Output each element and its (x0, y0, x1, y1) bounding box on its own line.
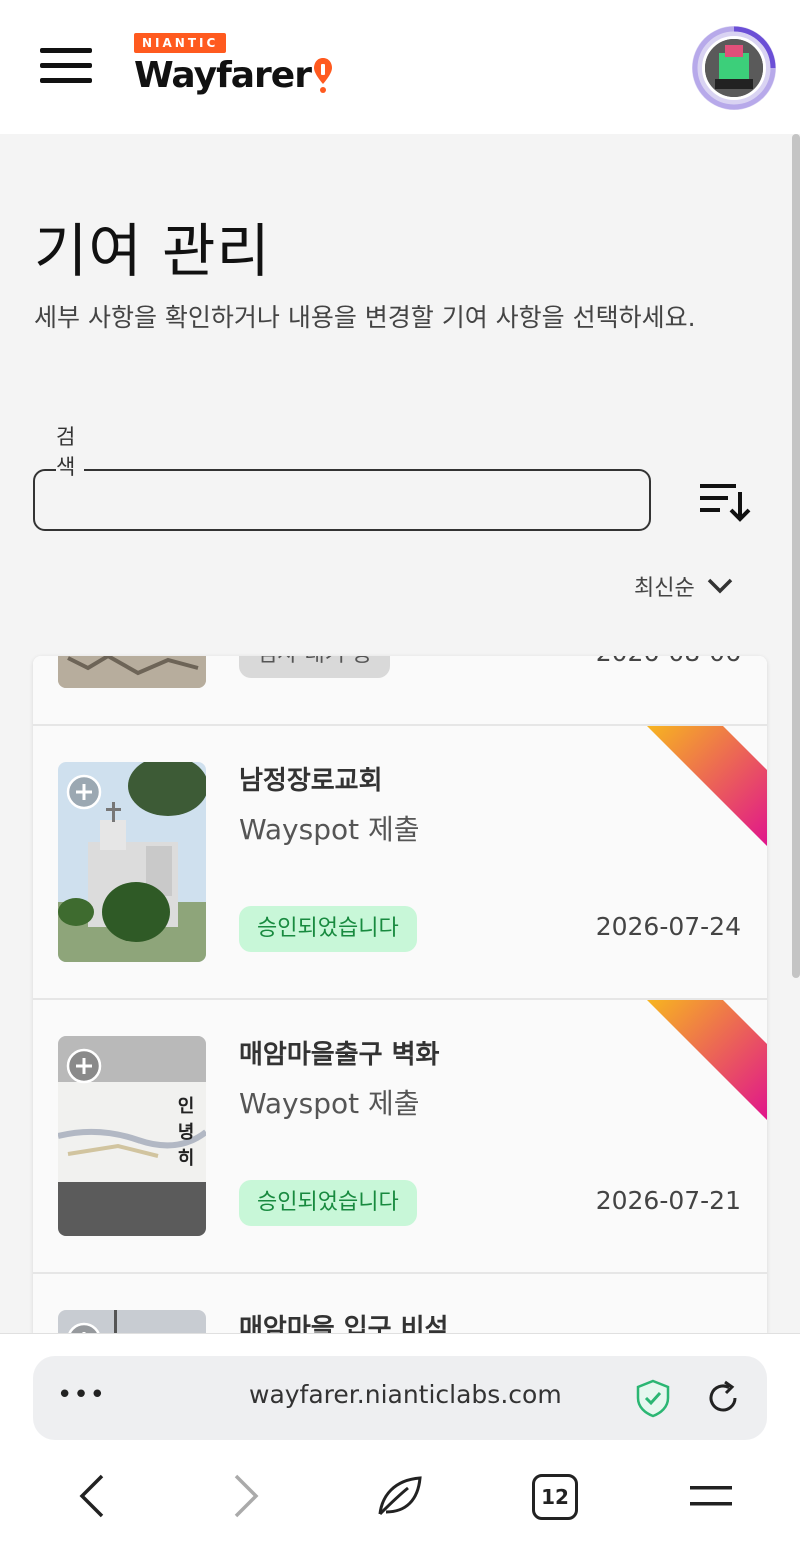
sort-order-label: 최신순 (634, 576, 695, 601)
submission-date: 2026-07-21 (595, 1186, 741, 1215)
leaf-home-icon[interactable] (372, 1468, 428, 1524)
list-item[interactable]: 매암마을 입구 비석 (33, 1274, 767, 1334)
status-badge: 승인되었습니다 (239, 906, 417, 952)
list-item[interactable]: 검사 대기 중 2026-08-06 (33, 656, 767, 726)
page-title: 기여 관리 (34, 217, 271, 285)
thumbnail-image (58, 762, 206, 962)
location-pin-icon (313, 57, 332, 93)
mural-text: 히 (177, 1148, 195, 1169)
app-header: NIANTIC Wayfarer (0, 0, 800, 134)
contribution-list[interactable]: 검사 대기 중 2026-08-06 남정장로교회 (33, 656, 767, 1334)
submission-date: 2026-08-06 (596, 656, 741, 667)
url-text[interactable]: wayfarer.nianticlabs.com (249, 1380, 562, 1409)
status-badge: 승인되었습니다 (239, 1180, 417, 1226)
thumbnail-image: 인 녕 히 (58, 1036, 206, 1236)
add-circle-icon[interactable] (66, 774, 102, 810)
profile-avatar[interactable] (692, 26, 776, 110)
back-arrow-icon[interactable] (66, 1468, 122, 1524)
status-badge: 검사 대기 중 (239, 656, 391, 678)
sort-list-icon (700, 484, 751, 522)
menu-lines-icon[interactable] (684, 1468, 740, 1524)
list-item[interactable]: 남정장로교회 Wayspot 제출 승인되었습니다 2026-07-24 (33, 726, 767, 1000)
more-options-button[interactable]: ••• (57, 1378, 105, 1418)
contribution-type: Wayspot 제출 (239, 813, 420, 846)
reload-icon[interactable] (701, 1376, 745, 1420)
browser-toolbar: ••• wayfarer.nianticlabs.com 12 (0, 1333, 800, 1546)
thumbnail-image (58, 1310, 206, 1334)
contribution-title: 남정장로교회 (239, 766, 383, 796)
sort-order-dropdown[interactable]: 최신순 (634, 566, 733, 606)
address-bar[interactable]: ••• wayfarer.nianticlabs.com (33, 1356, 767, 1440)
contribution-title: 매암마을 입구 비석 (239, 1314, 449, 1334)
search-label: 검색 (56, 422, 84, 482)
wayfarer-logo[interactable]: NIANTIC Wayfarer (134, 32, 333, 96)
corner-ribbon (647, 1000, 767, 1120)
niantic-tag: NIANTIC (134, 33, 227, 53)
add-circle-icon[interactable] (66, 1048, 102, 1084)
page-subtitle: 세부 사항을 확인하거나 내용을 변경할 기여 사항을 선택하세요. (34, 303, 696, 332)
search-field[interactable] (33, 469, 651, 531)
search-input[interactable] (35, 471, 649, 529)
contribution-title: 매암마을출구 벽화 (239, 1040, 440, 1070)
page-scrollbar[interactable] (792, 134, 800, 978)
shield-check-icon[interactable] (633, 1378, 673, 1418)
forward-arrow-icon[interactable] (216, 1468, 272, 1524)
list-item[interactable]: 인 녕 히 매암마을출구 벽화 Wayspot 제출 승인되었습니다 2026-… (33, 1000, 767, 1274)
contribution-type: Wayspot 제출 (239, 1087, 420, 1120)
hamburger-menu-icon[interactable] (40, 48, 94, 88)
submission-date: 2026-07-24 (595, 912, 741, 941)
brand-name: Wayfarer (134, 55, 312, 96)
chevron-down-icon (707, 578, 732, 594)
thumbnail-image (58, 656, 206, 688)
corner-ribbon (647, 726, 767, 846)
tabs-count-button[interactable]: 12 (532, 1474, 578, 1520)
mural-text: 녕 (177, 1122, 195, 1143)
sort-button[interactable] (700, 476, 752, 524)
avatar-image (702, 36, 766, 100)
mural-text: 인 (177, 1096, 195, 1117)
